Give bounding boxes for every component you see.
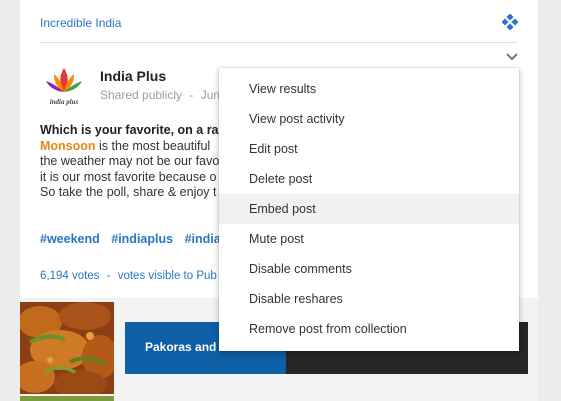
menu-item-disable-comments[interactable]: Disable comments [219,254,519,284]
collection-link[interactable]: Incredible India [40,16,121,30]
visibility-label: Shared publicly [100,88,183,102]
post-text-line: Which is your favorite, on a rain [40,123,230,137]
chevron-down-icon[interactable] [506,52,518,62]
meta-separator: - [189,88,194,102]
diamond-dots-icon[interactable] [502,14,518,30]
menu-item-delete-post[interactable]: Delete post [219,164,519,194]
poll-option-image[interactable] [20,396,114,401]
avatar[interactable]: india plus [40,64,88,108]
hashtag-list: #weekend #indiaplus #indian [40,232,236,246]
votes-count[interactable]: 6,194 votes [40,270,99,282]
post-meta: Shared publicly - Jun [100,88,220,102]
poll-option-image[interactable] [20,302,114,394]
author-name[interactable]: India Plus [100,68,166,84]
post-text-highlight: Monsoon [40,138,96,153]
hashtag-link[interactable]: #weekend [40,232,100,246]
poll-option-label: Pakoras and b [145,340,228,354]
menu-item-edit-post[interactable]: Edit post [219,134,519,164]
poll-votes: 6,194 votes - votes visible to Pub [40,270,217,282]
votes-visibility: votes visible to Pub [117,270,217,282]
post-date[interactable]: Jun [201,88,220,102]
menu-item-view-results[interactable]: View results [219,74,519,104]
collection-header: Incredible India [40,0,518,43]
menu-item-embed-post[interactable]: Embed post [219,194,519,224]
menu-item-remove-from-collection[interactable]: Remove post from collection [219,314,519,344]
menu-item-disable-reshares[interactable]: Disable reshares [219,284,519,314]
post-options-menu: View results View post activity Edit pos… [219,68,519,351]
menu-item-mute-post[interactable]: Mute post [219,224,519,254]
post-text-line: is the most beautiful [95,138,211,153]
menu-item-view-post-activity[interactable]: View post activity [219,104,519,134]
avatar-brand-text: india plus [50,98,79,106]
votes-separator: - [106,270,111,282]
hashtag-link[interactable]: #indiaplus [111,232,173,246]
lotus-logo-icon: india plus [46,68,82,106]
